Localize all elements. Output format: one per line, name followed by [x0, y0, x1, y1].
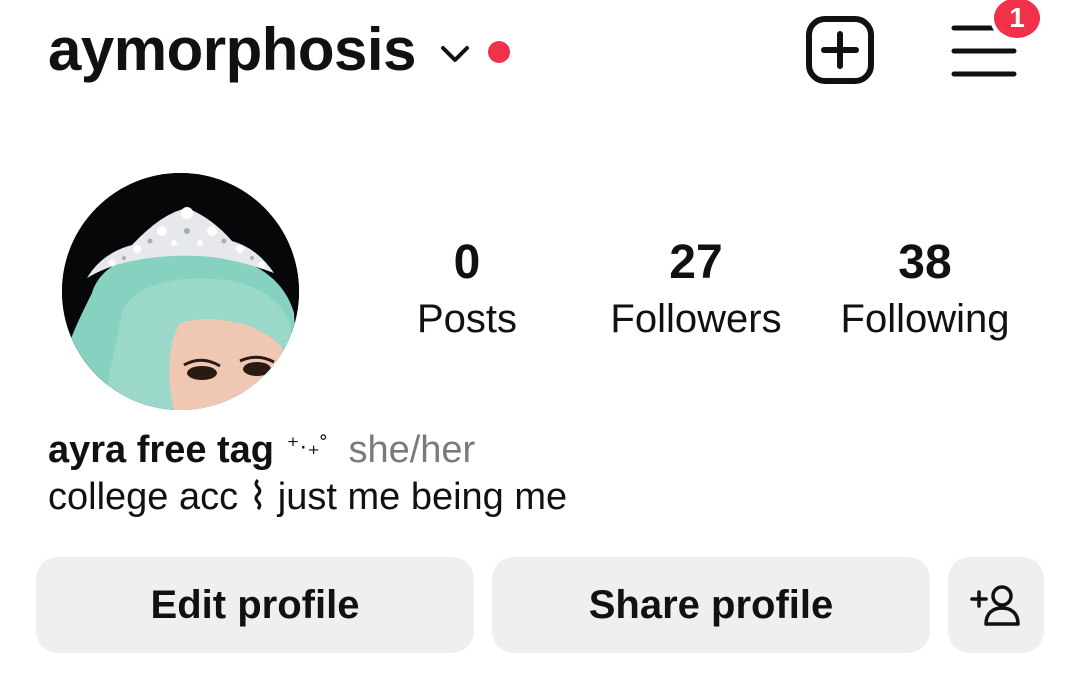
- notification-dot: [487, 41, 510, 63]
- avatar[interactable]: [62, 173, 299, 410]
- followers-count: 27: [669, 236, 723, 289]
- stat-posts[interactable]: 0 Posts: [357, 232, 577, 344]
- plus-square-icon[interactable]: [805, 15, 875, 85]
- bio-name-line: ayra free tag ⁺·₊˚ she/her: [48, 424, 475, 473]
- share-profile-label: Share profile: [588, 582, 834, 627]
- stat-followers[interactable]: 27 Followers: [586, 232, 806, 344]
- avatar-image: [62, 173, 299, 410]
- display-name: ayra free tag: [48, 429, 275, 471]
- posts-label: Posts: [416, 297, 518, 341]
- share-profile-button[interactable]: Share profile: [492, 557, 930, 653]
- chevron-down-icon: [440, 46, 469, 62]
- account-switcher[interactable]: aymorphosis: [48, 14, 510, 86]
- menu-notification-badge: 1: [990, 0, 1044, 42]
- following-label: Following: [840, 297, 1010, 341]
- name-decoration: ⁺·₊˚: [286, 433, 328, 460]
- posts-count: 0: [453, 236, 481, 289]
- discover-people-button[interactable]: [948, 557, 1044, 653]
- profile-screen: aymorphosis 1 0 Posts 27 Followers 38 Fo…: [0, 0, 1080, 675]
- person-add-icon: [970, 585, 1020, 626]
- followers-label: Followers: [610, 297, 782, 341]
- profile-username: aymorphosis: [48, 16, 416, 83]
- stat-following[interactable]: 38 Following: [815, 232, 1035, 344]
- edit-profile-button[interactable]: Edit profile: [36, 557, 474, 653]
- bio-text: college acc ⌇ just me being me: [48, 476, 568, 518]
- pronouns: she/her: [348, 429, 476, 471]
- following-count: 38: [898, 236, 952, 289]
- edit-profile-label: Edit profile: [150, 582, 360, 627]
